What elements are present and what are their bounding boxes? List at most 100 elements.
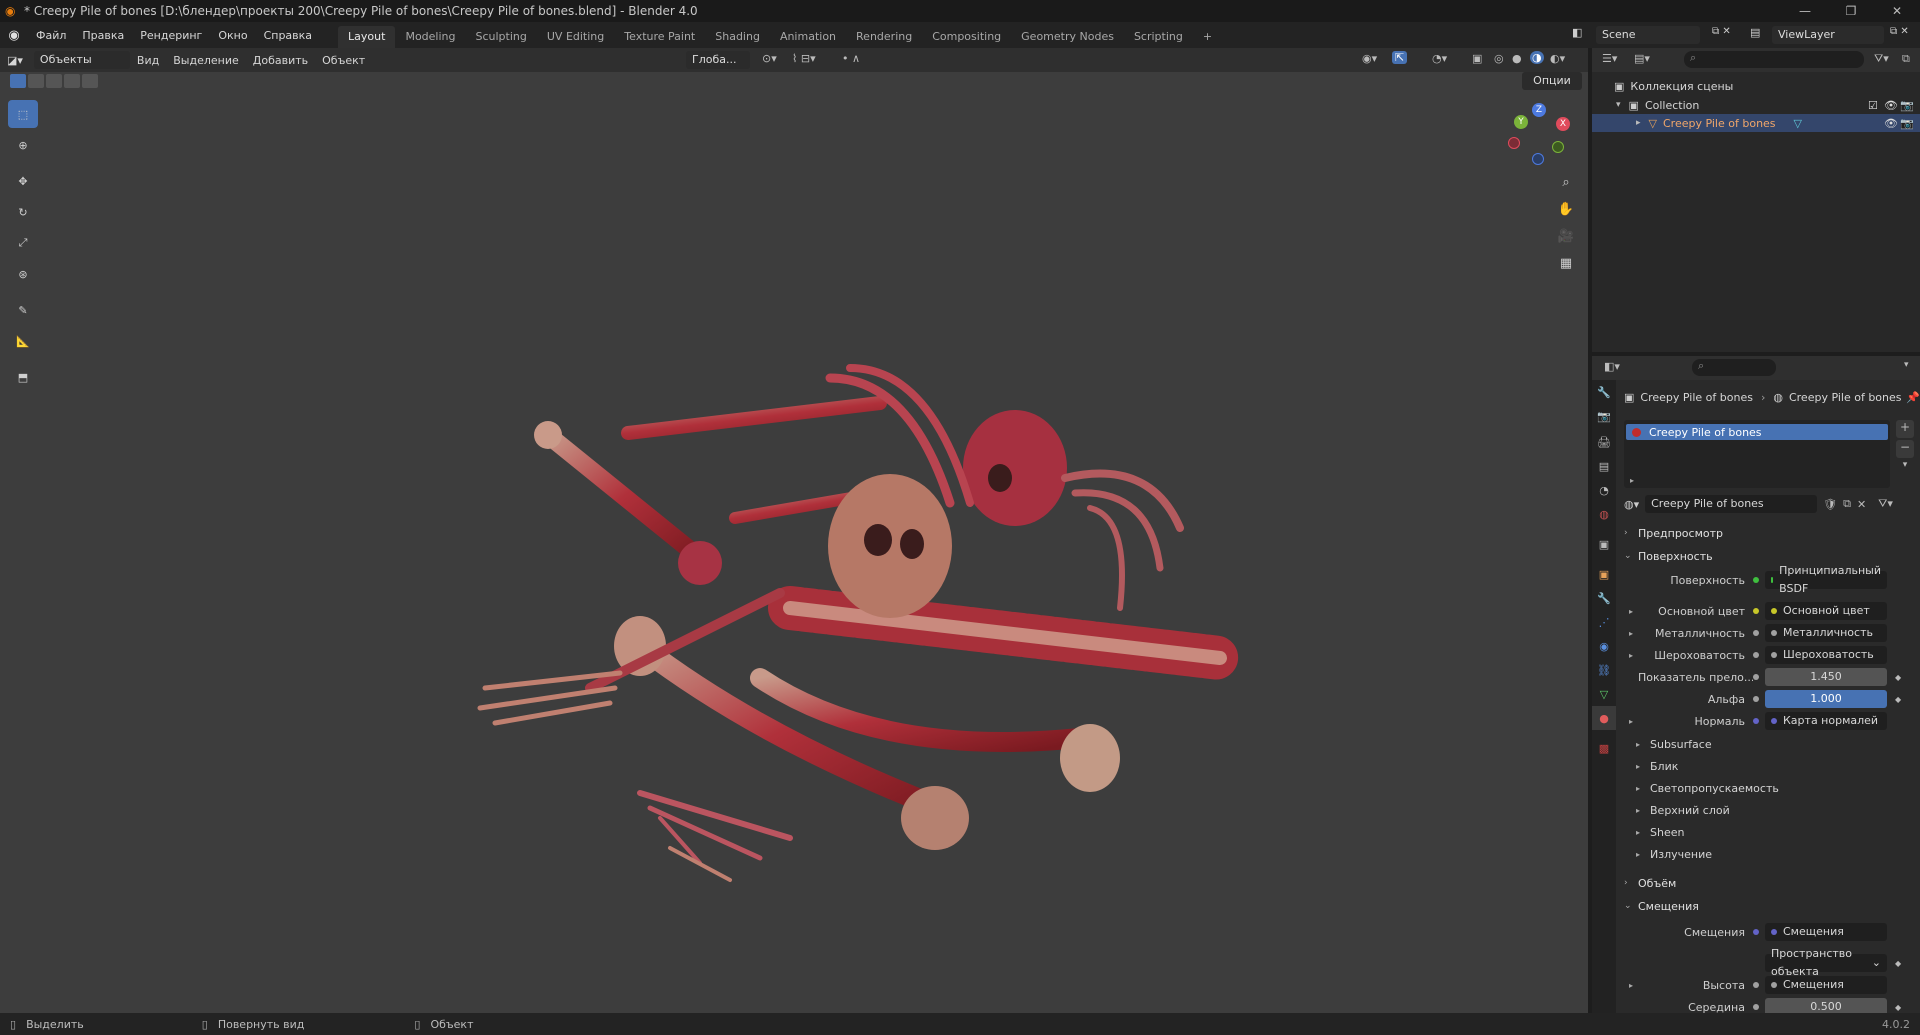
- tab-animation[interactable]: Animation: [770, 26, 846, 48]
- tab-scripting[interactable]: Scripting: [1124, 26, 1193, 48]
- slot-expand-icon[interactable]: ▸: [1630, 476, 1634, 485]
- eye-icon[interactable]: 👁: [1884, 99, 1898, 112]
- physics-tab-icon[interactable]: ◉: [1592, 634, 1616, 658]
- pan-hand-icon[interactable]: ✋: [1554, 197, 1578, 221]
- subpanel-item[interactable]: ▸ Светопропускаемость: [1636, 778, 1916, 798]
- camera-icon[interactable]: 🎥: [1554, 224, 1578, 248]
- surface-value-field[interactable]: Шероховатость: [1765, 646, 1887, 664]
- zoom-icon[interactable]: ⌕: [1554, 170, 1578, 194]
- data-tab-icon[interactable]: ▽: [1592, 682, 1616, 706]
- surface-value-field[interactable]: 1.000: [1765, 690, 1887, 708]
- menu-select[interactable]: Выделение: [166, 54, 246, 67]
- expand-input-icon[interactable]: ▸: [1624, 981, 1638, 990]
- socket-icon[interactable]: [1753, 929, 1759, 935]
- constraints-tab-icon[interactable]: ⛓: [1592, 658, 1616, 682]
- gizmo-z-axis[interactable]: Z: [1532, 103, 1546, 117]
- surface-value-field[interactable]: 1.450: [1765, 668, 1887, 686]
- move-tool[interactable]: ✥: [8, 167, 38, 195]
- select-extend-icon[interactable]: [28, 74, 44, 88]
- menu-file[interactable]: Файл: [28, 29, 74, 42]
- material-slot-item[interactable]: Creepy Pile of bones: [1626, 424, 1888, 440]
- mode-dropdown[interactable]: Объекты: [33, 51, 130, 69]
- keyframe-icon[interactable]: ◆: [1895, 695, 1901, 704]
- view-layer-new-icon[interactable]: ⧉ ✕: [1890, 26, 1909, 37]
- surface-value-field[interactable]: Основной цвет: [1765, 602, 1887, 620]
- measure-tool[interactable]: 📐: [8, 327, 38, 355]
- tab-rendering[interactable]: Rendering: [846, 26, 922, 48]
- object-tab-icon[interactable]: ▣: [1592, 562, 1616, 586]
- add-slot-icon[interactable]: +: [1896, 420, 1914, 438]
- solid-shading-icon[interactable]: ●: [1512, 52, 1522, 65]
- subpanel-item[interactable]: ▸ Блик: [1636, 756, 1916, 776]
- tab-compositing[interactable]: Compositing: [922, 26, 1011, 48]
- keyframe-icon[interactable]: ◆: [1895, 959, 1901, 968]
- restore-button[interactable]: ❐: [1828, 0, 1874, 22]
- 3d-viewport[interactable]: ⬚ ⊕ ✥ ↻ ⤢ ⊛ ✎ 📐 ⬒ Z X Y ⌕ ✋ 🎥 ▦: [0, 48, 1588, 1013]
- remove-slot-icon[interactable]: −: [1896, 440, 1914, 458]
- gizmo-neg-x[interactable]: [1508, 137, 1520, 149]
- pin-icon[interactable]: 📌: [1906, 391, 1920, 404]
- gizmo-y-axis[interactable]: Y: [1514, 115, 1528, 129]
- material-shading-icon[interactable]: ◑: [1530, 51, 1544, 64]
- modifier-tab-icon[interactable]: 🔧: [1592, 586, 1616, 610]
- filter-icon[interactable]: ⛛▾: [1874, 52, 1889, 66]
- surface-value-field[interactable]: Карта нормалей: [1765, 712, 1887, 730]
- select-new-icon[interactable]: [10, 74, 26, 88]
- grid-icon[interactable]: ▦: [1554, 251, 1578, 275]
- subpanel-item[interactable]: ▸ Верхний слой: [1636, 800, 1916, 820]
- particles-tab-icon[interactable]: ⋰: [1592, 610, 1616, 634]
- select-box-tool[interactable]: ⬚: [8, 100, 38, 128]
- section-volume[interactable]: › Объём: [1624, 872, 1918, 894]
- world-tab-icon[interactable]: ◍: [1592, 502, 1616, 526]
- menu-window[interactable]: Окно: [210, 29, 255, 42]
- select-invert-icon[interactable]: [64, 74, 80, 88]
- wireframe-shading-icon[interactable]: ◎: [1494, 52, 1504, 65]
- pivot-icon[interactable]: ⊙▾: [762, 52, 777, 65]
- transform-tool[interactable]: ⊛: [8, 260, 38, 288]
- expand-arrow-icon[interactable]: ▸: [1636, 118, 1641, 128]
- view-layer-icon[interactable]: ▤: [1750, 26, 1760, 39]
- add-cube-tool[interactable]: ⬒: [8, 363, 38, 391]
- render-camera-icon[interactable]: 📷: [1900, 117, 1914, 130]
- scene-selector[interactable]: Scene: [1596, 26, 1700, 44]
- outliner-scene-collection[interactable]: ▣ Коллекция сцены: [1592, 77, 1920, 95]
- gizmo-neg-y[interactable]: [1552, 141, 1564, 153]
- collection-tab-icon[interactable]: ▣: [1592, 532, 1616, 556]
- socket-icon[interactable]: [1753, 652, 1759, 658]
- section-preview[interactable]: › Предпросмотр: [1624, 522, 1918, 544]
- menu-add[interactable]: Добавить: [246, 54, 315, 67]
- expand-input-icon[interactable]: ▸: [1624, 607, 1638, 616]
- tab-sculpting[interactable]: Sculpting: [466, 26, 537, 48]
- menu-object[interactable]: Объект: [315, 54, 372, 67]
- select-subtract-icon[interactable]: [46, 74, 62, 88]
- eye-icon[interactable]: 👁: [1884, 117, 1898, 130]
- menu-render[interactable]: Рендеринг: [132, 29, 210, 42]
- view-layer-selector[interactable]: ViewLayer: [1772, 26, 1884, 44]
- tool-tab-icon[interactable]: 🔧: [1592, 380, 1616, 404]
- surface-value-field[interactable]: Металличность: [1765, 624, 1887, 642]
- socket-icon[interactable]: [1753, 577, 1759, 583]
- new-collection-icon[interactable]: ⧉: [1902, 52, 1910, 66]
- options-dropdown[interactable]: Опции: [1522, 72, 1582, 90]
- browse-material-icon[interactable]: ◍▾: [1624, 498, 1639, 511]
- tab-uv-editing[interactable]: UV Editing: [537, 26, 614, 48]
- scene-icon[interactable]: ◧: [1572, 26, 1582, 39]
- blender-menu-icon[interactable]: ◉: [0, 28, 28, 43]
- menu-help[interactable]: Справка: [256, 29, 320, 42]
- expand-input-icon[interactable]: ▸: [1624, 629, 1638, 638]
- duplicate-material-icon[interactable]: ⧉: [1843, 497, 1851, 511]
- menu-view[interactable]: Вид: [130, 54, 166, 67]
- tab-layout[interactable]: Layout: [338, 26, 396, 48]
- outliner-editor-icon[interactable]: ☰▾: [1602, 52, 1617, 65]
- gizmo-x-axis[interactable]: X: [1556, 117, 1570, 131]
- material-tab-icon[interactable]: ●: [1592, 706, 1616, 730]
- rotate-tool[interactable]: ↻: [8, 198, 38, 226]
- annotate-tool[interactable]: ✎: [8, 296, 38, 324]
- socket-icon[interactable]: [1753, 630, 1759, 636]
- exclude-checkbox-icon[interactable]: ☑: [1868, 99, 1878, 112]
- navigation-gizmo[interactable]: Z X Y: [1508, 103, 1578, 173]
- proportional-edit-icon[interactable]: • ∧: [842, 52, 860, 65]
- unlink-material-icon[interactable]: ✕: [1857, 498, 1866, 511]
- snap-icon[interactable]: ⌇ ⊟▾: [792, 52, 816, 65]
- render-camera-icon[interactable]: 📷: [1900, 99, 1914, 112]
